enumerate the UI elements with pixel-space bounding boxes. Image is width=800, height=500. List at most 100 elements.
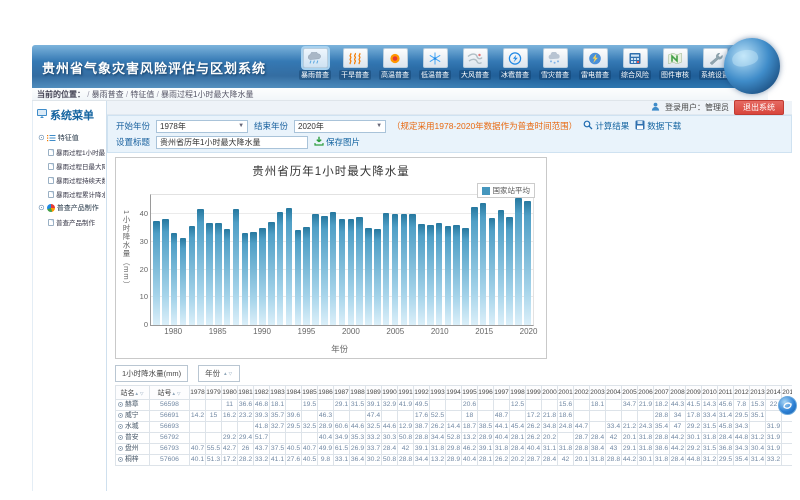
form-row-1: 开始年份 1978年 ▼ 结束年份 2020年 ▼ （规定采用1978-2020… [116,118,783,134]
col-year-2005[interactable]: 2005 [622,386,638,400]
x-tick-2000: 2000 [342,327,360,336]
col-year-2007[interactable]: 2007 [654,386,670,400]
radio-icon[interactable] [118,402,123,407]
col-year-1983[interactable]: 1983 [270,386,286,400]
toolbar-item-8[interactable]: 雷电普查 [575,48,615,80]
value-cell: 51.3 [206,455,222,466]
value-cell: 18 [462,411,478,422]
expand-icon[interactable]: ⊙ [38,134,45,142]
value-cell [190,433,206,444]
tree-leaf-1-4[interactable]: 暴雨过程累计降水量 [34,187,105,201]
col-year-1989[interactable]: 1989 [366,386,382,400]
col-year-1995[interactable]: 1995 [462,386,478,400]
toolbar-item-9[interactable]: 综合风险 [615,48,655,80]
value-cell: 30.1 [638,455,654,466]
col-year-1980[interactable]: 1980 [222,386,238,400]
tree-leaf-2-1[interactable]: 普查产品制作 [34,215,105,229]
start-year-select[interactable]: 1978年 ▼ [156,120,248,133]
col-year-1982[interactable]: 1982 [254,386,270,400]
col-year-1996[interactable]: 1996 [478,386,494,400]
col-year-1981[interactable]: 1981 [238,386,254,400]
radio-icon[interactable] [118,457,123,462]
radio-icon[interactable] [118,435,123,440]
col-year-1992[interactable]: 1992 [414,386,430,400]
col-year-2003[interactable]: 2003 [590,386,606,400]
col-year-2006[interactable]: 2006 [638,386,654,400]
col-year-1994[interactable]: 1994 [446,386,462,400]
col-year-1984[interactable]: 1984 [286,386,302,400]
toolbar-item-label: 冰雹普查 [499,70,531,80]
col-year-1993[interactable]: 1993 [430,386,446,400]
monitor-icon [37,109,47,121]
col-year-2008[interactable]: 2008 [670,386,686,400]
breadcrumb-item-3[interactable]: 暴雨过程1小时最大降水量 [161,90,253,99]
col-year-1990[interactable]: 1990 [382,386,398,400]
expand-icon[interactable]: ⊙ [38,204,45,212]
end-year-label: 结束年份 [254,120,288,132]
tree-leaf-1-1[interactable]: 暴雨过程1小时最大降水量 [34,145,105,159]
col-year-1999[interactable]: 1999 [526,386,542,400]
document-icon [48,163,54,170]
value-cell: 33.2 [254,455,270,466]
breadcrumb-item-2[interactable]: 特征值 [130,90,154,99]
tree-node-2[interactable]: ⊙普查产品制作 [34,201,105,215]
col-year-2013[interactable]: 2013 [750,386,766,400]
col-year-2012[interactable]: 2012 [734,386,750,400]
toolbar-item-label: 图件审核 [659,70,691,80]
col-year-1998[interactable]: 1998 [510,386,526,400]
login-user-label: 登录用户：管理员 [665,102,729,113]
col-year-2001[interactable]: 2001 [558,386,574,400]
save-image-button[interactable]: 保存图片 [314,136,360,148]
radio-icon[interactable] [118,413,123,418]
col-year-1978[interactable]: 1978 [190,386,206,400]
value-cell: 29.4 [238,433,254,444]
x-tick-2010: 2010 [431,327,449,336]
col-year-1987[interactable]: 1987 [334,386,350,400]
radio-icon[interactable] [118,424,123,429]
col-year-2000[interactable]: 2000 [542,386,558,400]
toolbar-item-6[interactable]: 冰雹普查 [495,48,535,80]
measure-selector[interactable]: 1小时降水量(mm) [115,365,188,382]
col-year-2011[interactable]: 2011 [718,386,734,400]
search-icon [583,120,593,132]
tree-leaf-1-2[interactable]: 暴雨过程日最大降水量 [34,159,105,173]
data-download-button[interactable]: 数据下载 [635,120,681,132]
products-icon [47,204,55,212]
col-id[interactable]: 站号▲▽ [150,386,190,400]
value-cell: 24.8 [558,422,574,433]
toolbar-item-2[interactable]: 干旱普查 [335,48,375,80]
col-year-1986[interactable]: 1986 [318,386,334,400]
chart-legend[interactable]: 国家站平均 [477,183,536,198]
col-station[interactable]: 站名▲▽ [116,386,150,400]
col-year-1988[interactable]: 1988 [350,386,366,400]
logout-button[interactable]: 退出系统 [734,100,784,115]
radio-icon[interactable] [118,446,123,451]
col-year-1997[interactable]: 1997 [494,386,510,400]
end-year-select[interactable]: 2020年 ▼ [294,120,386,133]
col-year-1991[interactable]: 1991 [398,386,414,400]
value-cell: 7.8 [734,400,750,411]
chart-title-input[interactable] [156,136,308,149]
col-year-1985[interactable]: 1985 [302,386,318,400]
toolbar-item-10[interactable]: 图件审核 [655,48,695,80]
col-year-2009[interactable]: 2009 [686,386,702,400]
year-group-header[interactable]: 年份 ▲▽ [198,365,240,382]
breadcrumb-item-1[interactable]: 暴雨普查 [92,90,124,99]
col-year-2004[interactable]: 2004 [606,386,622,400]
toolbar-item-5[interactable]: 大风普查 [455,48,495,80]
tree-leaf-1-3[interactable]: 暴雨过程持续天数 [34,173,105,187]
tree-node-1[interactable]: ⊙特征值 [34,131,105,145]
col-year-2002[interactable]: 2002 [574,386,590,400]
bar-2010 [436,223,443,325]
toolbar-item-4[interactable]: 低温普查 [415,48,455,80]
col-year-2014[interactable]: 2014 [766,386,782,400]
bar-2016 [489,218,496,325]
col-year-1979[interactable]: 1979 [206,386,222,400]
service-float-icon[interactable] [778,396,797,415]
col-year-2010[interactable]: 2010 [702,386,718,400]
toolbar-item-3[interactable]: 高温普查 [375,48,415,80]
toolbar-item-1[interactable]: 暴雨普查 [295,48,335,80]
calc-result-button[interactable]: 计算结果 [583,120,629,132]
x-tick-2015: 2015 [475,327,493,336]
toolbar-item-7[interactable]: 雪灾普查 [535,48,575,80]
